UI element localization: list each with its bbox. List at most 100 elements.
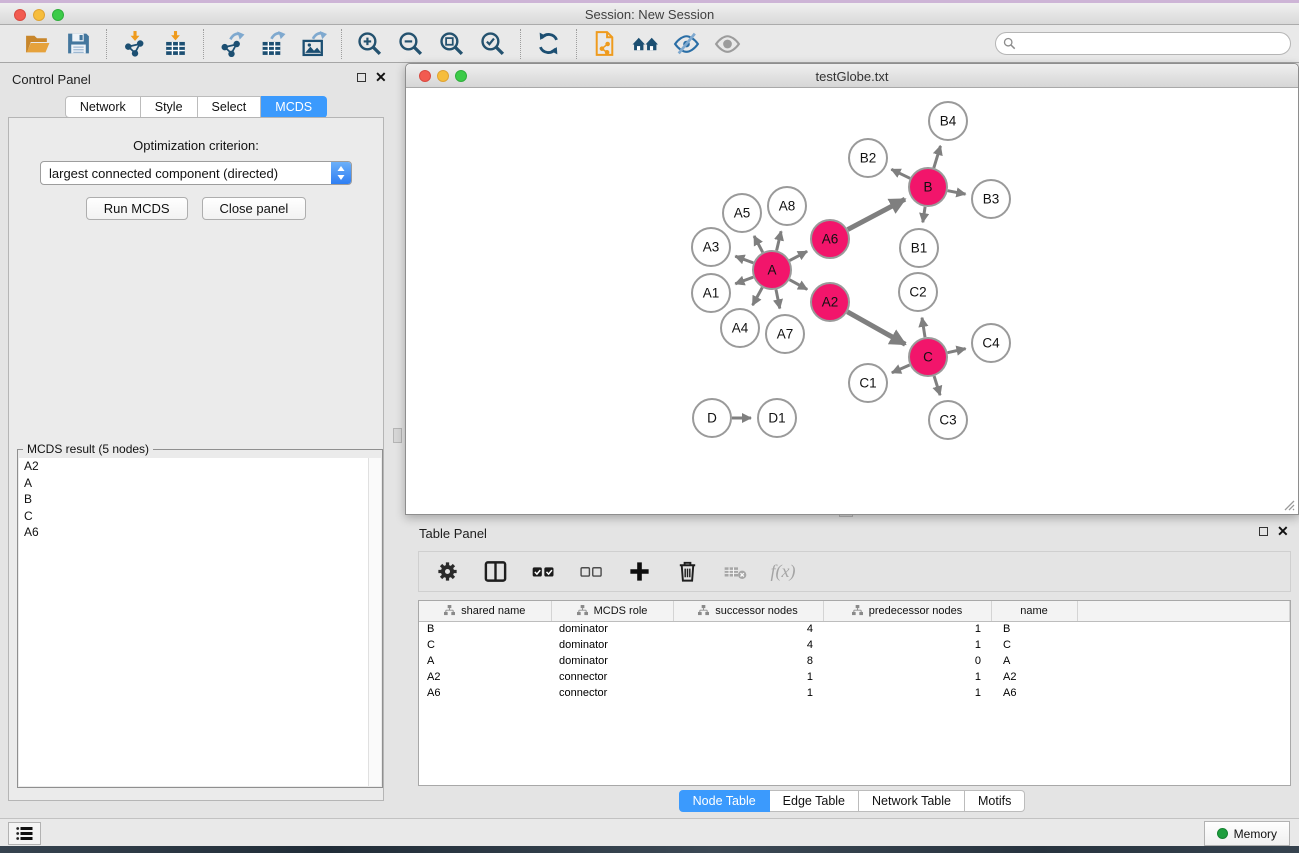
tab-node-table[interactable]: Node Table — [679, 790, 770, 812]
table-cell[interactable]: 1 — [823, 637, 991, 653]
zoom-in-icon[interactable] — [355, 29, 384, 58]
tab-network-table[interactable]: Network Table — [859, 790, 965, 812]
table-cell[interactable]: 1 — [823, 685, 991, 701]
open-icon[interactable] — [23, 29, 52, 58]
table-cell[interactable]: 1 — [673, 669, 823, 685]
table-cell[interactable]: dominator — [551, 621, 673, 637]
criterion-select[interactable]: largest connected component (directed) — [40, 161, 352, 185]
float-panel-icon[interactable] — [357, 73, 366, 82]
table-cell[interactable]: A6 — [419, 685, 551, 701]
tab-edge-table[interactable]: Edge Table — [770, 790, 859, 812]
select-all-icon[interactable] — [529, 558, 557, 586]
table-cell[interactable]: 0 — [823, 653, 991, 669]
table-cell[interactable]: dominator — [551, 637, 673, 653]
graph-edge-A-A1[interactable] — [735, 277, 753, 284]
column-header-successor-nodes[interactable]: successor nodes — [673, 601, 823, 621]
graph-edge-A-A2[interactable] — [790, 280, 808, 290]
table-cell[interactable]: B — [419, 621, 551, 637]
graph-edge-A-A3[interactable] — [735, 256, 753, 263]
new-network-from-file-icon[interactable] — [590, 29, 619, 58]
mcds-result-item[interactable]: A2 — [19, 458, 381, 475]
graph-edge-A-A8[interactable] — [777, 231, 782, 250]
import-network-icon[interactable] — [120, 29, 149, 58]
vertical-split-handle[interactable] — [393, 428, 402, 443]
memory-button[interactable]: Memory — [1204, 821, 1290, 846]
settings-icon[interactable] — [433, 558, 461, 586]
graph-edge-A-A6[interactable] — [790, 251, 808, 260]
close-panel-icon[interactable]: ✕ — [375, 73, 387, 82]
table-row[interactable]: A2connector11A2 — [419, 669, 1290, 685]
column-header-predecessor-nodes[interactable]: predecessor nodes — [823, 601, 991, 621]
mcds-result-item[interactable]: B — [19, 491, 381, 508]
table-cell[interactable]: 1 — [673, 685, 823, 701]
table-row[interactable]: Cdominator41C — [419, 637, 1290, 653]
refresh-icon[interactable] — [534, 29, 563, 58]
tab-mcds[interactable]: MCDS — [261, 96, 327, 118]
table-cell[interactable]: B — [991, 621, 1077, 637]
table-close-icon[interactable]: ✕ — [1277, 527, 1289, 536]
table-cell[interactable]: A6 — [991, 685, 1077, 701]
node-table-grid[interactable]: shared nameMCDS rolesuccessor nodesprede… — [419, 601, 1290, 701]
tab-select[interactable]: Select — [198, 96, 262, 118]
task-history-button[interactable] — [8, 822, 41, 845]
graph-edge-C-C2[interactable] — [922, 318, 925, 338]
graph-edge-A-A5[interactable] — [754, 236, 763, 252]
export-table-icon[interactable] — [258, 29, 287, 58]
add-icon[interactable] — [625, 558, 653, 586]
deselect-all-icon[interactable] — [577, 558, 605, 586]
mcds-result-item[interactable]: A6 — [19, 524, 381, 541]
tab-motifs[interactable]: Motifs — [965, 790, 1025, 812]
graph-edge-B-B4[interactable] — [934, 146, 941, 168]
close-panel-button[interactable]: Close panel — [202, 197, 307, 220]
column-header-shared-name[interactable]: shared name — [419, 601, 551, 621]
table-cell[interactable]: 4 — [673, 621, 823, 637]
mcds-result-list[interactable]: A2ABCA6 — [19, 458, 381, 786]
graph-edge-A6-B[interactable] — [848, 199, 905, 229]
resize-grip-icon[interactable] — [1281, 497, 1295, 511]
zoom-out-icon[interactable] — [396, 29, 425, 58]
table-cell[interactable]: 8 — [673, 653, 823, 669]
network-canvas[interactable]: B4B2BB3A8A5A6A3B1AA1C2A2A4A7C4CC1C3DD1 — [407, 88, 1297, 513]
delete-icon[interactable] — [673, 558, 701, 586]
zoom-fit-icon[interactable] — [437, 29, 466, 58]
graph-edge-A-A4[interactable] — [753, 288, 763, 306]
table-cell[interactable]: A2 — [419, 669, 551, 685]
graph-edge-B-B3[interactable] — [948, 191, 966, 194]
graph-edge-A2-C[interactable] — [847, 312, 905, 345]
split-panel-icon[interactable] — [481, 558, 509, 586]
run-mcds-button[interactable]: Run MCDS — [86, 197, 188, 220]
table-cell[interactable]: C — [991, 637, 1077, 653]
graph-edge-B-B2[interactable] — [891, 169, 910, 178]
mcds-result-item[interactable]: C — [19, 508, 381, 525]
graph-edge-B-B1[interactable] — [923, 207, 925, 223]
search-box[interactable] — [995, 32, 1291, 55]
table-cell[interactable]: A2 — [991, 669, 1077, 685]
mcds-result-item[interactable]: A — [19, 475, 381, 492]
table-cell[interactable]: A — [419, 653, 551, 669]
home-icon[interactable] — [631, 29, 660, 58]
graph-edge-A-A7[interactable] — [776, 290, 780, 309]
graph-edge-C-C4[interactable] — [948, 349, 966, 353]
table-row[interactable]: Bdominator41B — [419, 621, 1290, 637]
export-image-icon[interactable] — [299, 29, 328, 58]
table-row[interactable]: A6connector11A6 — [419, 685, 1290, 701]
table-cell[interactable]: 1 — [823, 669, 991, 685]
zoom-selected-icon[interactable] — [478, 29, 507, 58]
table-cell[interactable]: A — [991, 653, 1077, 669]
table-cell[interactable]: 4 — [673, 637, 823, 653]
table-cell[interactable]: connector — [551, 669, 673, 685]
tab-network[interactable]: Network — [65, 96, 141, 118]
save-icon[interactable] — [64, 29, 93, 58]
export-network-icon[interactable] — [217, 29, 246, 58]
table-cell[interactable]: C — [419, 637, 551, 653]
search-input[interactable] — [1016, 34, 1290, 53]
table-row[interactable]: Adominator80A — [419, 653, 1290, 669]
table-cell[interactable]: dominator — [551, 653, 673, 669]
column-header-MCDS-role[interactable]: MCDS role — [551, 601, 673, 621]
tab-style[interactable]: Style — [141, 96, 198, 118]
table-cell[interactable]: 1 — [823, 621, 991, 637]
table-float-icon[interactable] — [1259, 527, 1268, 536]
result-scrollbar[interactable] — [368, 458, 381, 786]
graph-edge-C-C3[interactable] — [934, 376, 940, 395]
graph-edge-C-C1[interactable] — [892, 365, 910, 373]
